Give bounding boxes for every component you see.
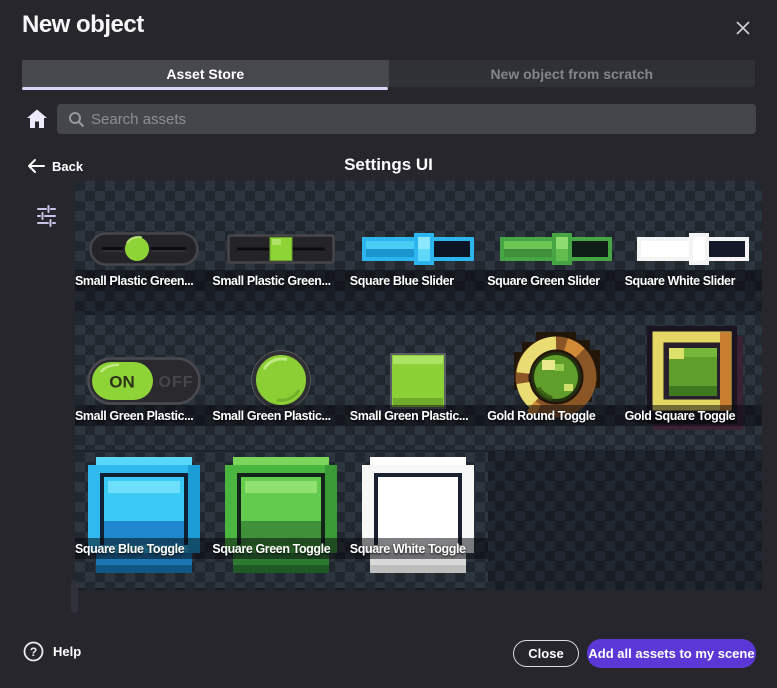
round-slider-thumbnail <box>89 232 199 266</box>
asset-tile-square-blue-toggle[interactable] <box>75 452 212 588</box>
row2-label-band: Small Green Plastic... Small Green Plast… <box>75 405 762 426</box>
row3-label-band: Square Blue Toggle Square Green Toggle S… <box>75 538 488 559</box>
asset-tile-gold-square-toggle[interactable] <box>625 315 762 450</box>
asset-label: Gold Round Toggle <box>487 409 624 423</box>
home-icon <box>26 108 48 130</box>
close-button[interactable]: Close <box>513 640 579 667</box>
help-label: Help <box>53 644 81 659</box>
close-icon[interactable] <box>731 16 755 40</box>
blue-slider-thumbnail <box>362 233 474 265</box>
tab-bar: Asset Store New object from scratch <box>22 60 755 87</box>
asset-tile-square-green-toggle[interactable] <box>212 452 349 588</box>
asset-row-3: Square Blue Toggle Square Green Toggle S… <box>75 452 488 588</box>
filter-button[interactable] <box>34 203 58 227</box>
asset-label: Square White Slider <box>625 274 762 288</box>
asset-tile-small-green-plastic-onoff-toggle[interactable]: ON OFF <box>75 315 212 450</box>
tab-new-object-from-scratch[interactable]: New object from scratch <box>389 60 756 87</box>
green-circle-button-thumbnail <box>251 350 311 410</box>
add-all-assets-button[interactable]: Add all assets to my scene <box>587 639 756 668</box>
search-input[interactable] <box>91 104 741 134</box>
search-icon <box>68 111 85 128</box>
asset-label: Small Plastic Green... <box>75 274 212 288</box>
asset-tile-square-white-toggle[interactable] <box>350 452 487 588</box>
asset-tile-small-green-plastic-square-button[interactable] <box>350 315 487 450</box>
asset-label: Small Plastic Green... <box>212 274 349 288</box>
white-slider-thumbnail <box>637 233 749 265</box>
tab-asset-store[interactable]: Asset Store <box>22 60 389 87</box>
green-square-button-thumbnail <box>390 353 446 409</box>
asset-label: Square Green Toggle <box>212 542 349 556</box>
asset-label: Small Green Plastic... <box>212 409 349 423</box>
scrollbar-thumb[interactable] <box>71 580 78 613</box>
page-title: New object <box>22 11 144 39</box>
help-button[interactable]: ? Help <box>23 641 81 662</box>
toggle-off-text: OFF <box>158 374 193 391</box>
close-button-label: Close <box>528 646 563 661</box>
tab-asset-store-label: Asset Store <box>166 66 244 82</box>
tune-icon <box>34 203 58 227</box>
asset-label: Small Green Plastic... <box>75 409 212 423</box>
asset-row-2: ON OFF <box>75 315 762 450</box>
asset-label: Square Blue Slider <box>350 274 487 288</box>
asset-tile-small-green-plastic-round-button[interactable] <box>212 315 349 450</box>
asset-row-1: Small Plastic Green... Small Plastic Gre… <box>75 181 762 291</box>
home-button[interactable] <box>26 108 48 130</box>
search-bar <box>57 104 756 134</box>
category-title: Settings UI <box>0 155 777 175</box>
green-slider-thumbnail <box>500 233 612 265</box>
svg-text:?: ? <box>30 645 37 659</box>
tab-from-scratch-label: New object from scratch <box>490 66 653 82</box>
toggle-on-text: ON <box>109 373 135 392</box>
add-all-assets-label: Add all assets to my scene <box>588 646 754 661</box>
asset-label: Gold Square Toggle <box>625 409 762 423</box>
square-knob-slider-thumbnail <box>227 234 335 264</box>
help-icon: ? <box>23 641 44 662</box>
asset-label: Square White Toggle <box>350 542 487 556</box>
on-off-toggle-thumbnail: ON OFF <box>87 357 201 405</box>
asset-grid: Small Plastic Green... Small Plastic Gre… <box>75 181 762 590</box>
asset-label: Small Green Plastic... <box>350 409 487 423</box>
new-object-dialog: { "dialog": { "title": "New object" }, "… <box>0 0 777 688</box>
asset-label: Square Blue Toggle <box>75 542 212 556</box>
asset-label: Square Green Slider <box>487 274 624 288</box>
asset-tile-gold-round-toggle[interactable] <box>487 315 624 450</box>
row1-label-band: Small Plastic Green... Small Plastic Gre… <box>75 270 762 291</box>
active-tab-indicator <box>22 87 388 90</box>
